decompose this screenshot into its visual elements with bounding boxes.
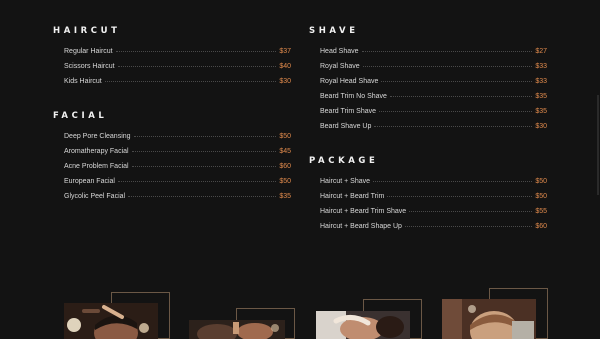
section-title-haircut: HAIRCUT <box>53 26 121 36</box>
item-name: Head Shave <box>320 48 359 55</box>
package-list: Haircut + Shave $50 Haircut + Beard Trim… <box>320 176 547 236</box>
dotted-leader <box>379 111 533 112</box>
dotted-leader <box>131 166 277 167</box>
dotted-leader <box>409 211 533 212</box>
menu-item-haircut-shave: Haircut + Shave $50 <box>320 176 547 191</box>
section-title-facial: FACIAL <box>53 111 108 121</box>
section-title-package: PACKAGE <box>309 156 379 166</box>
menu-item-royal-shave: Royal Shave $33 <box>320 61 547 76</box>
dotted-leader <box>133 136 277 137</box>
item-name: Acne Problem Facial <box>64 163 129 170</box>
item-price: $30 <box>279 78 291 85</box>
dotted-leader <box>389 96 533 97</box>
haircut-list: Regular Haircut $37 Scissors Haircut $40… <box>64 46 291 91</box>
dotted-leader <box>104 81 277 82</box>
gallery-card-1[interactable] <box>63 290 173 339</box>
item-price: $50 <box>535 193 547 200</box>
menu-item-kids-haircut: Kids Haircut $30 <box>64 76 291 91</box>
item-name: European Facial <box>64 178 115 185</box>
item-name: Beard Trim Shave <box>320 108 377 115</box>
item-name: Deep Pore Cleansing <box>64 133 131 140</box>
item-price: $40 <box>279 63 291 70</box>
shave-list: Head Shave $27 Royal Shave $33 Royal Hea… <box>320 46 547 136</box>
gallery-photo-client-getting-shave <box>316 311 410 339</box>
menu-item-deep-pore-cleansing: Deep Pore Cleansing $50 <box>64 131 291 146</box>
item-price: $37 <box>279 48 291 55</box>
menu-item-scissors-haircut: Scissors Haircut $40 <box>64 61 291 76</box>
item-name: Scissors Haircut <box>64 63 115 70</box>
item-name: Regular Haircut <box>64 48 113 55</box>
dotted-leader <box>117 181 277 182</box>
menu-item-acne-problem-facial: Acne Problem Facial $60 <box>64 161 291 176</box>
item-name: Beard Shave Up <box>320 123 372 130</box>
item-price: $45 <box>279 148 291 155</box>
menu-item-glycolic-peel-facial: Glycolic Peel Facial $35 <box>64 191 291 206</box>
menu-item-european-facial: European Facial $50 <box>64 176 291 191</box>
menu-item-royal-head-shave: Royal Head Shave $33 <box>320 76 547 91</box>
dotted-leader <box>361 51 533 52</box>
item-name: Haircut + Beard Trim <box>320 193 385 200</box>
menu-item-beard-trim-no-shave: Beard Trim No Shave $35 <box>320 91 547 106</box>
item-price: $35 <box>535 93 547 100</box>
item-price: $50 <box>535 178 547 185</box>
item-price: $50 <box>279 178 291 185</box>
dotted-leader <box>381 81 533 82</box>
item-price: $27 <box>535 48 547 55</box>
menu-item-haircut-beard-shape-up: Haircut + Beard Shape Up $60 <box>320 221 547 236</box>
dotted-leader <box>128 196 277 197</box>
menu-item-head-shave: Head Shave $27 <box>320 46 547 61</box>
item-name: Royal Shave <box>320 63 360 70</box>
gallery-card-3[interactable] <box>315 297 425 339</box>
item-price: $33 <box>535 63 547 70</box>
dotted-leader <box>115 51 277 52</box>
menu-item-haircut-beard-trim-shave: Haircut + Beard Trim Shave $55 <box>320 206 547 221</box>
dotted-leader <box>362 66 533 67</box>
item-name: Aromatherapy Facial <box>64 148 129 155</box>
item-price: $33 <box>535 78 547 85</box>
item-name: Glycolic Peel Facial <box>64 193 126 200</box>
dotted-leader <box>374 126 533 127</box>
item-name: Haircut + Shave <box>320 178 370 185</box>
dotted-leader <box>387 196 533 197</box>
gallery-photo-client-haircut-back-view <box>442 299 536 339</box>
menu-item-regular-haircut: Regular Haircut $37 <box>64 46 291 61</box>
gallery-card-2[interactable] <box>188 306 298 339</box>
menu-item-aromatherapy-facial: Aromatherapy Facial $45 <box>64 146 291 161</box>
item-price: $35 <box>279 193 291 200</box>
menu-item-haircut-beard-trim: Haircut + Beard Trim $50 <box>320 191 547 206</box>
item-price: $60 <box>535 223 547 230</box>
gallery-card-4[interactable] <box>441 286 551 339</box>
services-page: HAIRCUT Regular Haircut $37 Scissors Hai… <box>0 0 600 339</box>
item-price: $55 <box>535 208 547 215</box>
item-price: $60 <box>279 163 291 170</box>
dotted-leader <box>117 66 277 67</box>
item-name: Haircut + Beard Trim Shave <box>320 208 407 215</box>
facial-list: Deep Pore Cleansing $50 Aromatherapy Fac… <box>64 131 291 206</box>
section-title-shave: SHAVE <box>309 26 359 36</box>
menu-item-beard-trim-shave: Beard Trim Shave $35 <box>320 106 547 121</box>
item-price: $30 <box>535 123 547 130</box>
dotted-leader <box>373 181 533 182</box>
item-name: Royal Head Shave <box>320 78 379 85</box>
gallery-photo-barber-styling-hair <box>64 303 158 339</box>
item-price: $35 <box>535 108 547 115</box>
dotted-leader <box>131 151 277 152</box>
dotted-leader <box>404 226 533 227</box>
page-scrollbar[interactable] <box>597 95 599 195</box>
item-name: Kids Haircut <box>64 78 102 85</box>
item-price: $50 <box>279 133 291 140</box>
item-name: Beard Trim No Shave <box>320 93 387 100</box>
menu-item-beard-shave-up: Beard Shave Up $30 <box>320 121 547 136</box>
item-name: Haircut + Beard Shape Up <box>320 223 402 230</box>
gallery-photo-barber-at-work <box>189 320 285 339</box>
